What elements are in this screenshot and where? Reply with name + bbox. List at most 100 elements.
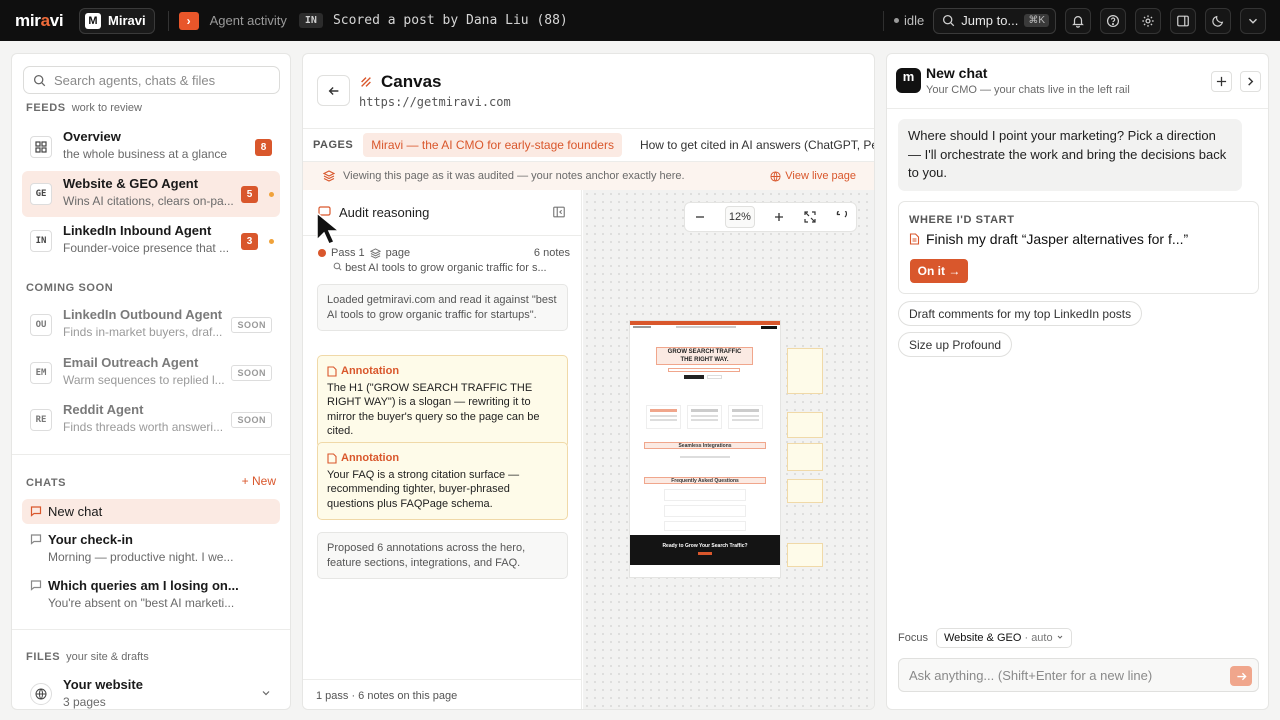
pass-query: best AI tools to grow organic traffic fo… <box>333 262 569 274</box>
send-button[interactable] <box>1230 666 1252 686</box>
suggestion-chip[interactable]: Size up Profound <box>898 332 1013 357</box>
settings-button[interactable] <box>1135 7 1161 34</box>
pass-status-dot <box>318 249 326 257</box>
sidebar-item-email-outreach-agent[interactable]: EM Email Outreach Agent Warm sequences t… <box>22 350 280 396</box>
help-button[interactable] <box>1100 7 1126 34</box>
chat-item-new-chat[interactable]: New chat <box>22 499 280 524</box>
activity-expand-icon[interactable]: › <box>178 11 199 30</box>
focus-dropdown[interactable]: Website & GEO · auto <box>935 628 1072 648</box>
chevron-right-icon <box>1248 77 1254 86</box>
audit-reasoning-panel: Audit reasoning Pass 1 page 6 notes best… <box>303 190 582 709</box>
count-badge: 3 <box>241 233 258 250</box>
fit-screen-icon[interactable] <box>804 211 816 223</box>
coming-soon-section-label: COMING SOON <box>26 282 114 294</box>
workspace-name: Miravi <box>108 13 146 28</box>
activity-agent-badge: IN <box>298 13 323 28</box>
chat-input[interactable]: Ask anything... (Shift+Enter for a new l… <box>898 658 1259 692</box>
suggestion-task: Finish my draft “Jasper alternatives for… <box>909 231 1188 247</box>
mouse-cursor-icon <box>316 212 340 245</box>
annotation-card[interactable]: Annotation Your FAQ is a strong citation… <box>317 442 568 520</box>
layers-icon <box>323 170 335 182</box>
notifications-button[interactable] <box>1065 7 1091 34</box>
reset-icon[interactable] <box>835 211 847 223</box>
canvas-panel: Canvas https://getmiravi.com PAGES Mirav… <box>302 53 875 710</box>
canvas-icon <box>361 77 371 87</box>
status-dot <box>894 18 899 23</box>
view-live-page-link[interactable]: View live page <box>770 170 856 182</box>
tab-page-home[interactable]: Miravi — the AI CMO for early-stage foun… <box>363 133 622 157</box>
gear-icon <box>1142 14 1154 27</box>
chat-bubble-icon <box>30 580 42 591</box>
account-menu-button[interactable] <box>1240 7 1266 34</box>
app-logo[interactable]: miravi <box>15 11 65 31</box>
workspace-switcher[interactable]: M Miravi <box>79 7 155 34</box>
top-bar: miravi M Miravi › Agent activity IN Scor… <box>0 0 1280 41</box>
preview-hero: GROW SEARCH TRAFFIC THE RIGHT WAY. <box>656 347 753 365</box>
soon-badge: SOON <box>231 412 272 428</box>
count-badge: 8 <box>255 139 272 156</box>
theme-toggle-button[interactable] <box>1205 7 1231 34</box>
activity-text: Scored a post by Dana Liu (88) <box>332 13 568 28</box>
focus-selector: Focus Website & GEO · auto <box>898 628 1072 648</box>
sidebar-item-reddit-agent[interactable]: RE Reddit Agent Finds threads worth answ… <box>22 397 280 443</box>
soon-badge: SOON <box>231 317 272 333</box>
sidebar-item-website-geo-agent[interactable]: GE Website & GEO Agent Wins AI citations… <box>22 171 280 217</box>
agent-avatar: RE <box>30 409 52 431</box>
pages-label: PAGES <box>313 139 354 151</box>
new-chat-button[interactable] <box>1211 71 1232 92</box>
on-it-button[interactable]: On it → <box>910 259 968 283</box>
assistant-message: Where should I point your marketing? Pic… <box>898 119 1242 191</box>
sticky-note[interactable] <box>787 543 823 567</box>
sidebar-item-linkedin-inbound-agent[interactable]: IN LinkedIn Inbound Agent Founder-voice … <box>22 218 280 264</box>
zoom-out-icon[interactable] <box>694 211 706 223</box>
document-icon <box>909 233 920 245</box>
sidebar-item-linkedin-outbound-agent[interactable]: OU LinkedIn Outbound Agent Finds in-mark… <box>22 302 280 348</box>
audit-log-card: Proposed 6 annotations across the hero, … <box>317 532 568 579</box>
sticky-note[interactable] <box>787 479 823 503</box>
pass-summary[interactable]: Pass 1 page 6 notes best AI tools to gro… <box>318 247 570 274</box>
chat-subtitle: Your CMO — your chats live in the left r… <box>926 84 1130 96</box>
canvas-url: https://getmiravi.com <box>359 95 511 109</box>
zoom-in-icon[interactable] <box>773 211 785 223</box>
left-sidebar: Search agents, chats & files FEEDS work t… <box>11 53 291 710</box>
search-icon <box>333 262 342 271</box>
toggle-panel-button[interactable] <box>1170 7 1196 34</box>
grid-icon <box>30 136 52 158</box>
chat-item-check-in[interactable]: Your check-in Morning — productive night… <box>22 527 280 569</box>
chat-header: m New chat Your CMO — your chats live in… <box>887 54 1268 109</box>
agent-avatar: EM <box>30 362 52 384</box>
page-preview-area[interactable]: 12% GROW SEARCH TRAFFIC THE RIGHT WAY. S… <box>583 190 874 709</box>
sticky-note[interactable] <box>787 348 823 394</box>
collapse-chat-button[interactable] <box>1240 71 1261 92</box>
layers-icon <box>369 247 381 259</box>
audit-log-card: Loaded getmiravi.com and read it against… <box>317 284 568 331</box>
cmo-avatar: m <box>896 68 921 93</box>
annotation-card[interactable]: Annotation The H1 ("GROW SEARCH TRAFFIC … <box>317 355 568 448</box>
sticky-note[interactable] <box>787 412 823 438</box>
unread-dot <box>269 192 274 197</box>
chat-item-queries[interactable]: Which queries am I losing on... You're a… <box>22 573 280 615</box>
status-indicator: idle <box>883 10 924 31</box>
chats-section-label: CHATS <box>26 477 67 489</box>
sidebar-toggle-icon <box>1177 15 1189 26</box>
agent-activity-label: Agent activity <box>209 13 287 28</box>
back-button[interactable] <box>317 75 350 106</box>
new-chat-link[interactable]: + New <box>242 474 276 488</box>
file-item-your-website[interactable]: Your website 3 pages <box>22 672 280 709</box>
suggestion-chip[interactable]: Draft comments for my top LinkedIn posts <box>898 301 1143 326</box>
soon-badge: SOON <box>231 365 272 381</box>
divider <box>12 629 290 630</box>
files-section-label: FILES your site & drafts <box>26 651 149 663</box>
note-icon <box>327 366 337 377</box>
sidebar-item-overview[interactable]: Overview the whole business at a glance … <box>22 124 280 170</box>
zoom-level: 12% <box>724 206 755 228</box>
help-icon <box>1106 14 1120 27</box>
chat-title: New chat <box>926 65 988 81</box>
tab-page-ai-answers[interactable]: How to get cited in AI answers (ChatGPT,… <box>632 133 874 157</box>
chevron-down-icon[interactable] <box>260 687 272 699</box>
collapse-panel-icon[interactable] <box>552 205 566 219</box>
sidebar-search-input[interactable]: Search agents, chats & files <box>23 66 280 94</box>
agent-avatar: IN <box>30 230 52 252</box>
jump-to-button[interactable]: Jump to... ⌘K <box>933 7 1056 34</box>
sticky-note[interactable] <box>787 443 823 471</box>
